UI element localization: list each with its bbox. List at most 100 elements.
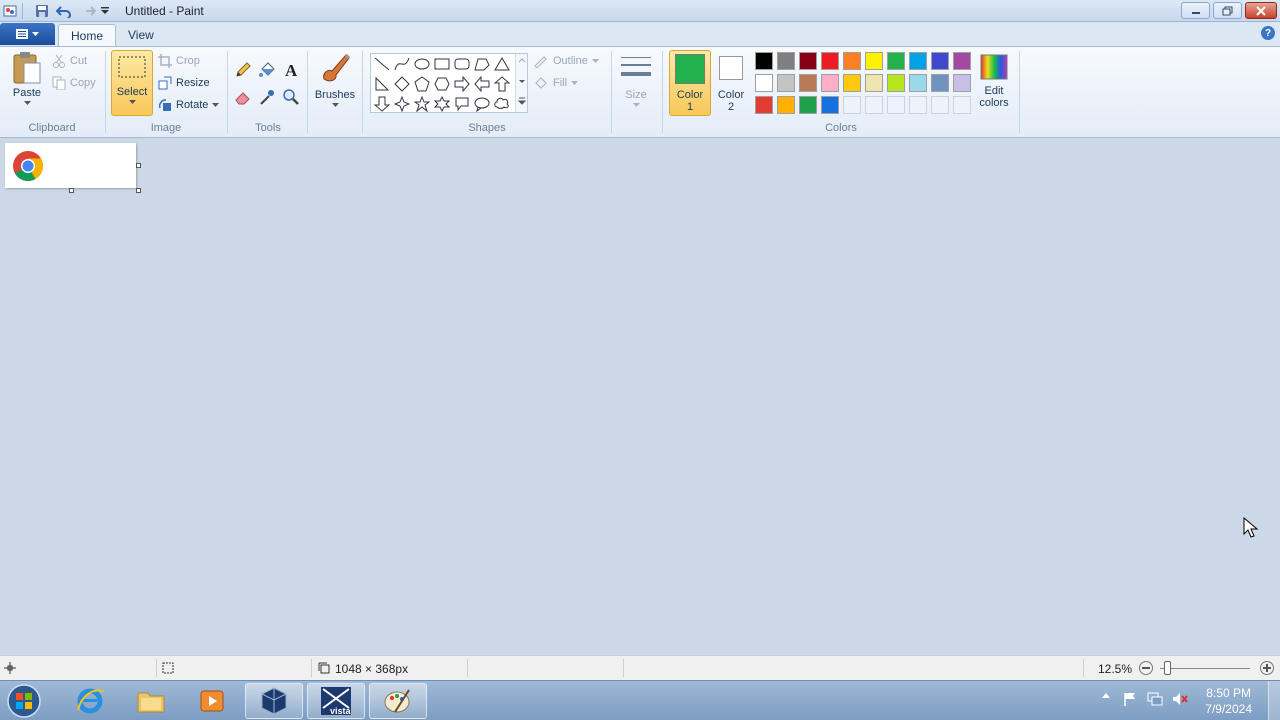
six-point-star-shape-icon[interactable] xyxy=(433,95,451,113)
restore-button[interactable] xyxy=(1213,2,1242,19)
customize-quick-access-icon[interactable] xyxy=(99,3,111,19)
fill-button[interactable]: Fill xyxy=(533,73,579,93)
left-arrow-shape-icon[interactable] xyxy=(473,75,491,93)
curve-shape-icon[interactable] xyxy=(393,55,411,73)
outline-button[interactable]: Outline xyxy=(533,51,599,71)
custom-color-slot[interactable] xyxy=(909,96,927,114)
color-swatch[interactable] xyxy=(777,52,795,70)
zoom-out-button[interactable] xyxy=(1139,661,1153,675)
taskbar-vista-vm[interactable]: vista xyxy=(307,683,365,719)
line-shape-icon[interactable] xyxy=(373,55,391,73)
rounded-callout-shape-icon[interactable] xyxy=(453,95,471,113)
color-picker-icon[interactable] xyxy=(257,87,277,107)
color1-button[interactable]: Color 1 xyxy=(669,50,711,116)
help-icon[interactable]: ? xyxy=(1261,26,1275,40)
five-point-star-shape-icon[interactable] xyxy=(413,95,431,113)
brushes-button[interactable]: Brushes xyxy=(313,51,357,108)
zoom-in-button[interactable] xyxy=(1260,661,1274,675)
file-menu-button[interactable] xyxy=(0,23,55,45)
resize-handle-corner[interactable] xyxy=(136,188,141,193)
color-swatch[interactable] xyxy=(821,96,839,114)
pentagon-shape-icon[interactable] xyxy=(413,75,431,93)
color-swatch[interactable] xyxy=(799,74,817,92)
text-icon[interactable]: A xyxy=(281,60,301,80)
color-swatch[interactable] xyxy=(953,74,971,92)
down-arrow-shape-icon[interactable] xyxy=(373,95,391,113)
start-button[interactable] xyxy=(4,682,44,720)
resize-handle-right[interactable] xyxy=(136,163,141,168)
color-swatch[interactable] xyxy=(821,74,839,92)
canvas-workspace[interactable] xyxy=(0,138,1280,655)
rounded-rectangle-shape-icon[interactable] xyxy=(453,55,471,73)
custom-color-slot[interactable] xyxy=(843,96,861,114)
cloud-callout-shape-icon[interactable] xyxy=(493,95,511,113)
fill-icon[interactable] xyxy=(257,60,277,80)
edit-colors-button[interactable]: Edit colors xyxy=(976,53,1012,109)
undo-icon[interactable] xyxy=(55,3,73,19)
cut-button[interactable]: Cut xyxy=(52,51,87,71)
custom-color-slot[interactable] xyxy=(953,96,971,114)
image-canvas[interactable] xyxy=(5,143,136,188)
color-swatch[interactable] xyxy=(821,52,839,70)
color-swatch[interactable] xyxy=(931,52,949,70)
select-button[interactable]: Select xyxy=(111,50,153,116)
polygon-shape-icon[interactable] xyxy=(473,55,491,73)
color-swatch[interactable] xyxy=(865,74,883,92)
taskbar-explorer[interactable] xyxy=(122,683,180,719)
zoom-slider-thumb[interactable] xyxy=(1164,661,1171,675)
color-swatch[interactable] xyxy=(799,52,817,70)
network-icon[interactable] xyxy=(1146,691,1164,707)
rectangle-shape-icon[interactable] xyxy=(433,55,451,73)
show-hidden-icons-button[interactable] xyxy=(1100,691,1112,699)
taskbar-internet-explorer[interactable] xyxy=(61,683,119,719)
hexagon-shape-icon[interactable] xyxy=(433,75,451,93)
oval-callout-shape-icon[interactable] xyxy=(473,95,491,113)
color2-button[interactable]: Color 2 xyxy=(713,53,749,113)
taskbar-paint[interactable] xyxy=(369,683,427,719)
volume-muted-icon[interactable] xyxy=(1171,691,1189,707)
copy-button[interactable]: Copy xyxy=(52,73,96,93)
four-point-star-shape-icon[interactable] xyxy=(393,95,411,113)
custom-color-slot[interactable] xyxy=(887,96,905,114)
action-center-icon[interactable] xyxy=(1121,691,1139,707)
eraser-icon[interactable] xyxy=(233,87,253,107)
show-desktop-button[interactable] xyxy=(1268,681,1280,720)
magnifier-icon[interactable] xyxy=(281,87,301,107)
right-triangle-shape-icon[interactable] xyxy=(373,75,391,93)
color-swatch[interactable] xyxy=(755,96,773,114)
color-swatch[interactable] xyxy=(777,96,795,114)
custom-color-slot[interactable] xyxy=(865,96,883,114)
color-swatch[interactable] xyxy=(909,52,927,70)
system-clock[interactable]: 8:50 PM 7/9/2024 xyxy=(1205,685,1252,717)
diamond-shape-icon[interactable] xyxy=(393,75,411,93)
color-swatch[interactable] xyxy=(799,96,817,114)
color-swatch[interactable] xyxy=(755,74,773,92)
shapes-gallery[interactable] xyxy=(370,53,528,113)
up-arrow-shape-icon[interactable] xyxy=(493,75,511,93)
close-button[interactable] xyxy=(1245,2,1277,19)
resize-handle-bottom[interactable] xyxy=(69,188,74,193)
shapes-scrollbar[interactable] xyxy=(515,54,527,112)
color-swatch[interactable] xyxy=(887,74,905,92)
size-button[interactable]: Size xyxy=(617,53,655,108)
color-swatch[interactable] xyxy=(887,52,905,70)
rotate-button[interactable]: Rotate xyxy=(158,95,220,115)
minimize-button[interactable] xyxy=(1181,2,1210,19)
zoom-slider-track[interactable] xyxy=(1160,668,1250,669)
tab-view[interactable]: View xyxy=(116,24,166,46)
triangle-shape-icon[interactable] xyxy=(493,55,511,73)
custom-color-slot[interactable] xyxy=(931,96,949,114)
color-swatch[interactable] xyxy=(777,74,795,92)
paste-button[interactable]: Paste xyxy=(8,51,46,106)
paint-app-icon[interactable] xyxy=(2,3,18,19)
right-arrow-shape-icon[interactable] xyxy=(453,75,471,93)
color-swatch[interactable] xyxy=(843,74,861,92)
color-swatch[interactable] xyxy=(843,52,861,70)
taskbar-virtualbox[interactable] xyxy=(245,683,303,719)
color-swatch[interactable] xyxy=(909,74,927,92)
taskbar-media-player[interactable] xyxy=(183,683,241,719)
color-swatch[interactable] xyxy=(865,52,883,70)
save-icon[interactable] xyxy=(34,3,50,19)
resize-button[interactable]: Resize xyxy=(158,73,210,93)
oval-shape-icon[interactable] xyxy=(413,55,431,73)
